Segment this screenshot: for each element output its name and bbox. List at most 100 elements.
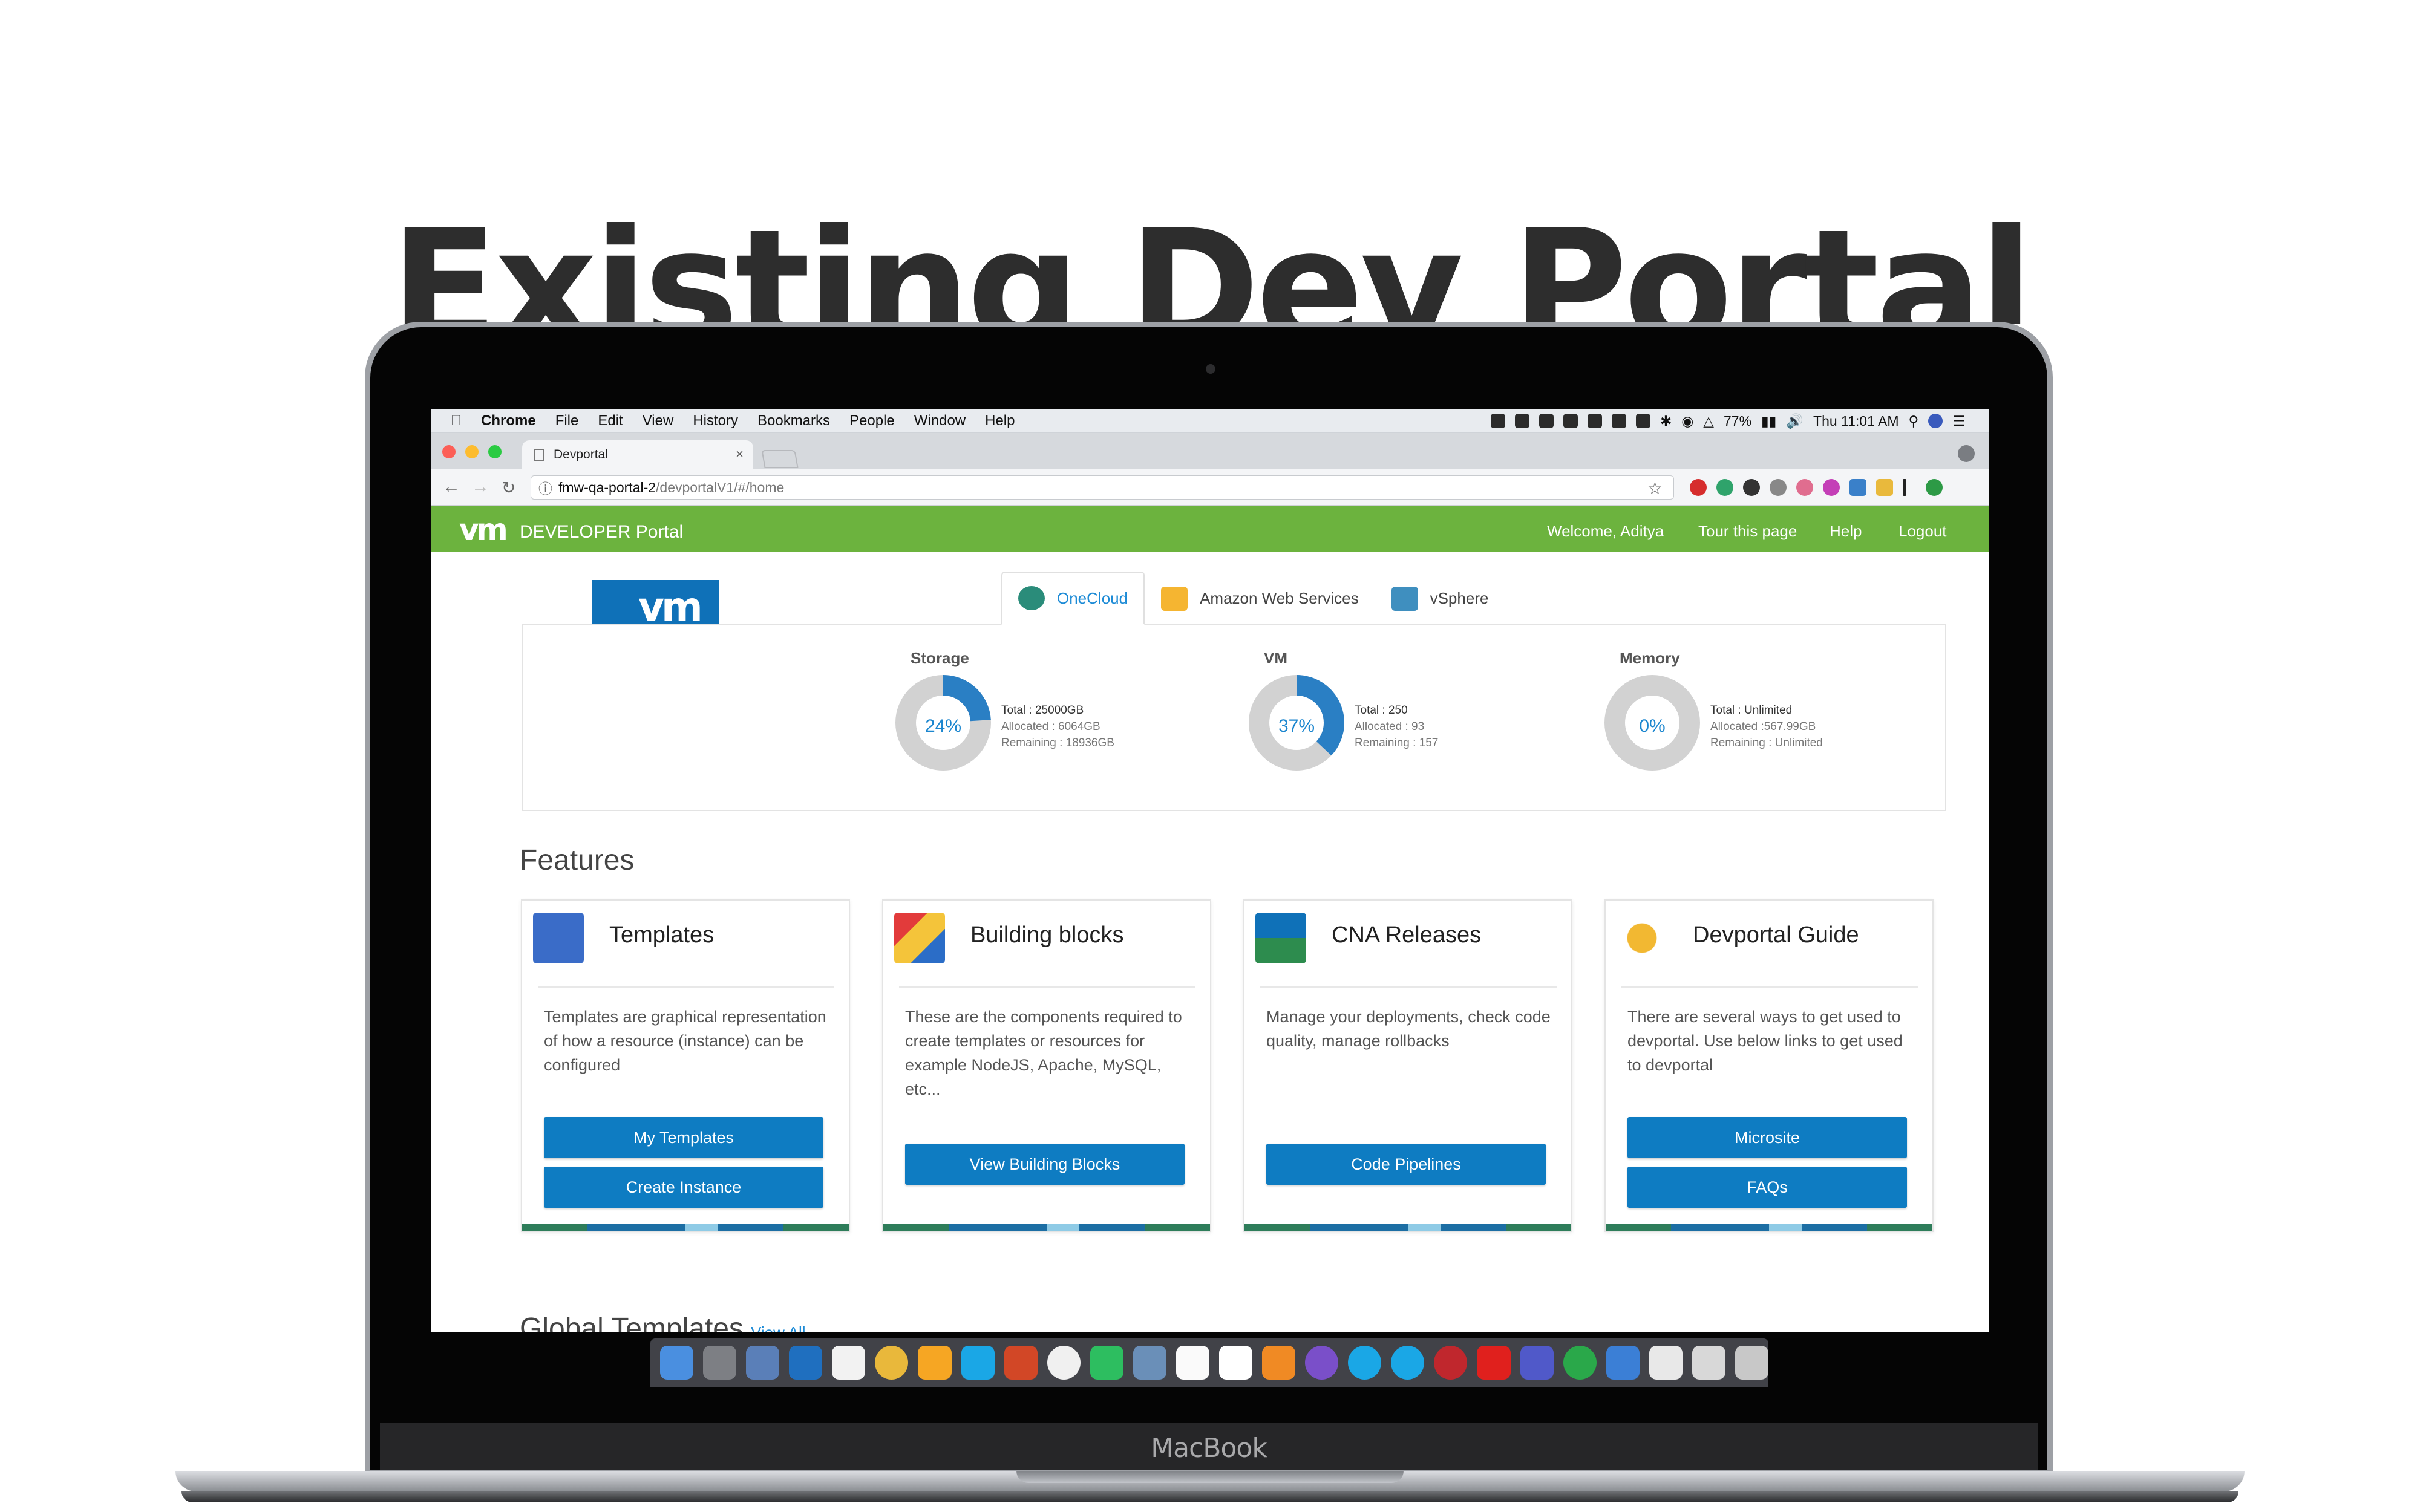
- extension-icon[interactable]: [1823, 479, 1840, 496]
- battery-percent[interactable]: 77%: [1724, 413, 1751, 429]
- new-tab-button[interactable]: [761, 450, 799, 468]
- window-minimize-button[interactable]: [465, 445, 479, 458]
- grammarly-extension-icon[interactable]: [1716, 479, 1733, 496]
- volume-icon[interactable]: 🔊: [1786, 413, 1804, 429]
- menu-app-name[interactable]: Chrome: [481, 412, 536, 429]
- status-tray-icon[interactable]: [1490, 414, 1505, 428]
- extension-icon[interactable]: [1770, 479, 1787, 496]
- evernote-icon[interactable]: [1090, 1346, 1123, 1380]
- extension-icon[interactable]: [1743, 479, 1760, 496]
- faqs-button[interactable]: FAQs: [1627, 1167, 1907, 1208]
- bluetooth-icon[interactable]: ✱: [1660, 413, 1672, 429]
- skype-icon[interactable]: [1348, 1346, 1382, 1380]
- stat-total: Total : 250: [1355, 704, 1408, 717]
- document-icon[interactable]: [1649, 1346, 1683, 1380]
- view-building-blocks-button[interactable]: View Building Blocks: [905, 1144, 1185, 1185]
- status-tray-icon[interactable]: [1611, 414, 1626, 428]
- adblock-extension-icon[interactable]: [1690, 479, 1707, 496]
- code-pipelines-button[interactable]: Code Pipelines: [1266, 1144, 1546, 1185]
- chrome-icon[interactable]: [875, 1346, 909, 1380]
- window-close-button[interactable]: [442, 445, 456, 458]
- menu-edit[interactable]: Edit: [598, 412, 623, 429]
- menu-file[interactable]: File: [555, 412, 579, 429]
- app-icon[interactable]: [1305, 1346, 1339, 1380]
- stat-percent: 0%: [1639, 716, 1666, 736]
- trash-icon[interactable]: [1735, 1346, 1769, 1380]
- status-tray-icon[interactable]: [1539, 414, 1554, 428]
- extension-icon[interactable]: [1796, 479, 1813, 496]
- tab-vsphere[interactable]: vSphere: [1375, 572, 1505, 625]
- preview-icon[interactable]: [1133, 1346, 1166, 1380]
- teams-icon[interactable]: [1520, 1346, 1554, 1380]
- bookmark-star-icon[interactable]: ☆: [1647, 478, 1663, 498]
- transmit-icon[interactable]: [1262, 1346, 1296, 1380]
- tab-onecloud[interactable]: OneCloud: [1001, 572, 1145, 625]
- status-tray-icon[interactable]: [1587, 414, 1602, 428]
- forward-icon[interactable]: →: [471, 477, 489, 497]
- notification-center-icon[interactable]: ☰: [1952, 413, 1965, 429]
- card-description: These are the components required to cre…: [905, 1008, 1182, 1098]
- my-templates-button[interactable]: My Templates: [544, 1117, 823, 1158]
- downloads-stack-icon[interactable]: [1692, 1346, 1725, 1380]
- extension-icon[interactable]: [1849, 479, 1866, 496]
- system-preferences-icon[interactable]: [703, 1346, 737, 1380]
- tab-aws[interactable]: Amazon Web Services: [1145, 572, 1375, 625]
- window-zoom-button[interactable]: [488, 445, 502, 458]
- back-icon[interactable]: ←: [442, 477, 460, 497]
- notes-icon[interactable]: [1176, 1346, 1210, 1380]
- status-tray-icon[interactable]: [1635, 414, 1650, 428]
- stat-label: Memory: [1620, 649, 1680, 667]
- menu-view[interactable]: View: [643, 412, 674, 429]
- calendar-icon[interactable]: [832, 1346, 866, 1380]
- tab-close-icon[interactable]: ×: [736, 446, 744, 462]
- profile-icon[interactable]: [1958, 445, 1975, 462]
- skype-icon[interactable]: [961, 1346, 995, 1380]
- stat-remaining: Remaining : 157: [1355, 737, 1439, 749]
- sketch-icon[interactable]: [918, 1346, 952, 1380]
- help-link[interactable]: Help: [1830, 522, 1862, 541]
- smiley-app-icon[interactable]: [1047, 1346, 1081, 1380]
- create-instance-button[interactable]: Create Instance: [544, 1167, 823, 1208]
- battery-icon[interactable]: ▮▮: [1761, 413, 1776, 429]
- menu-history[interactable]: History: [693, 412, 738, 429]
- stat-total: Total : 25000GB: [1001, 704, 1084, 717]
- tour-this-page-link[interactable]: Tour this page: [1698, 522, 1797, 541]
- menu-window[interactable]: Window: [914, 412, 966, 429]
- browser-tab[interactable]: Devportal ×: [522, 440, 753, 469]
- app-icon[interactable]: [1563, 1346, 1597, 1380]
- apple-icon[interactable]: : [451, 412, 462, 429]
- rsa-securid-icon[interactable]: [1434, 1346, 1468, 1380]
- feature-card-cna-releases: CNA Releases Manage your deployments, ch…: [1243, 899, 1572, 1232]
- extension-icon[interactable]: [1876, 479, 1893, 496]
- skype-business-icon[interactable]: [1391, 1346, 1425, 1380]
- logout-link[interactable]: Logout: [1898, 522, 1947, 541]
- reload-icon[interactable]: ↻: [502, 478, 515, 498]
- menu-bookmarks[interactable]: Bookmarks: [757, 412, 830, 429]
- info-icon[interactable]: ⓘ: [538, 477, 552, 498]
- welcome-user[interactable]: Welcome, Aditya: [1547, 522, 1664, 541]
- outlook-icon[interactable]: [789, 1346, 823, 1380]
- microsite-button[interactable]: Microsite: [1627, 1117, 1907, 1158]
- siri-icon[interactable]: [1928, 414, 1943, 428]
- keynote-icon[interactable]: [1606, 1346, 1640, 1380]
- menu-people[interactable]: People: [849, 412, 895, 429]
- spotlight-icon[interactable]: ⚲: [1909, 413, 1919, 429]
- launchpad-icon[interactable]: [746, 1346, 780, 1380]
- vmware-logo[interactable]: vm: [459, 512, 508, 547]
- airplay-icon[interactable]: △: [1703, 413, 1714, 429]
- extension-icon[interactable]: [1926, 479, 1943, 496]
- extension-icon[interactable]: [1903, 479, 1906, 496]
- clock[interactable]: Thu 11:01 AM: [1813, 413, 1899, 429]
- address-bar[interactable]: ⓘ fmw-qa-portal-2 /devportalV1/#/home ☆: [531, 475, 1674, 500]
- finder-icon[interactable]: [660, 1346, 694, 1380]
- creative-cloud-icon[interactable]: [1477, 1346, 1511, 1380]
- dots-app-icon[interactable]: [1219, 1346, 1253, 1380]
- view-all-link[interactable]: View All: [751, 1323, 806, 1332]
- status-tray-icon[interactable]: [1563, 414, 1578, 428]
- wifi-icon[interactable]: ◉: [1681, 413, 1693, 429]
- powerpoint-icon[interactable]: [1004, 1346, 1038, 1380]
- stat-label: Storage: [911, 649, 969, 667]
- menu-help[interactable]: Help: [985, 412, 1015, 429]
- status-tray-icon[interactable]: [1514, 414, 1529, 428]
- cloud-tabs: OneCloud Amazon Web Services vSphere: [1001, 572, 1505, 625]
